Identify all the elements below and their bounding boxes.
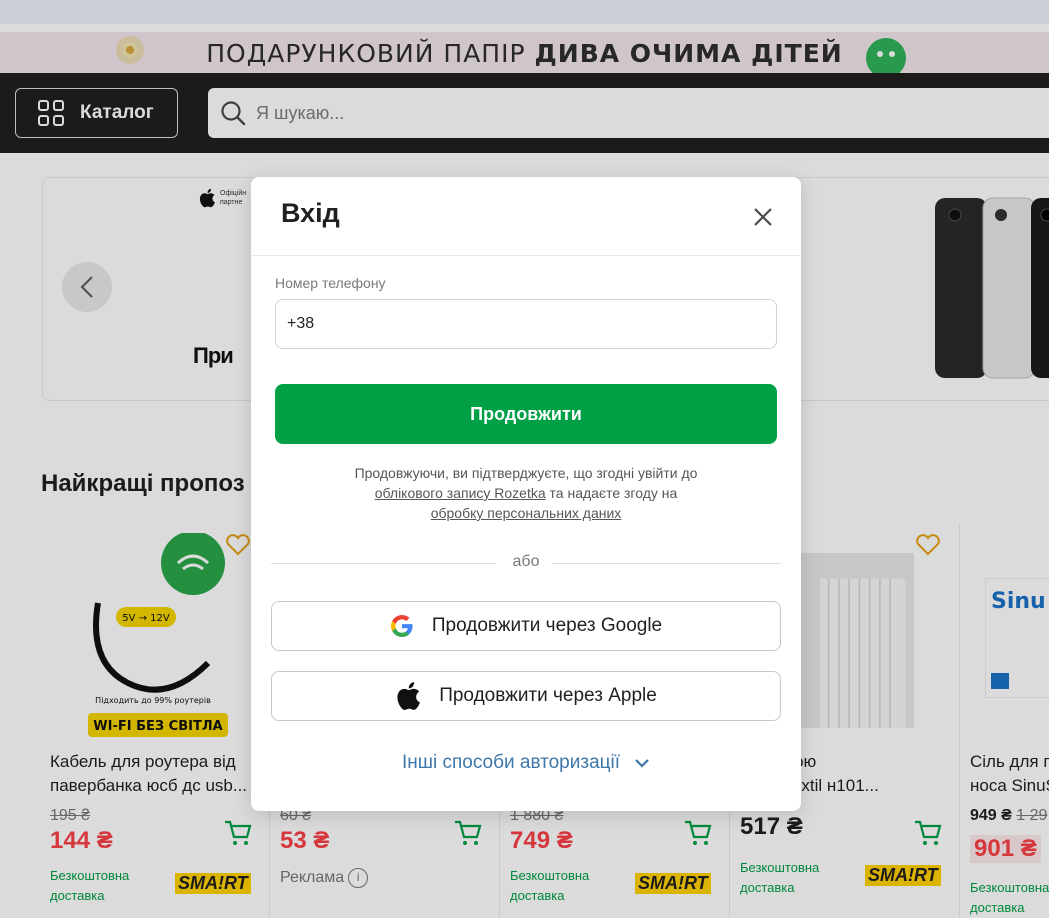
- google-icon: [390, 615, 413, 637]
- phone-label: Номер телефону: [275, 275, 386, 291]
- apple-icon: [397, 682, 421, 710]
- modal-title: Вхід: [281, 198, 340, 228]
- close-icon[interactable]: [751, 205, 775, 229]
- other-auth-label: Інші способи авторизації: [401, 752, 621, 773]
- google-login-button[interactable]: Продовжити через Google: [271, 601, 781, 651]
- consent-text: Продовжуючи, ви підтверджуєте, що згодні…: [354, 465, 698, 521]
- or-divider: або: [271, 553, 781, 573]
- login-modal: Вхід Номер телефону Продовжити Продовжую…: [251, 177, 801, 811]
- apple-login-button[interactable]: Продовжити через Apple: [271, 671, 781, 721]
- account-link[interactable]: облікового запису Rozetka: [375, 485, 546, 501]
- continue-button[interactable]: Продовжити: [275, 384, 777, 444]
- modal-header: Вхід: [251, 177, 801, 256]
- other-auth-methods[interactable]: Інші способи авторизації: [251, 752, 801, 774]
- phone-input[interactable]: [275, 299, 777, 349]
- or-label: або: [512, 553, 540, 570]
- apple-label: Продовжити через Apple: [439, 685, 657, 706]
- google-label: Продовжити через Google: [431, 615, 663, 636]
- chevron-down-icon: [635, 759, 649, 768]
- privacy-link[interactable]: обробку персональних даних: [431, 505, 622, 521]
